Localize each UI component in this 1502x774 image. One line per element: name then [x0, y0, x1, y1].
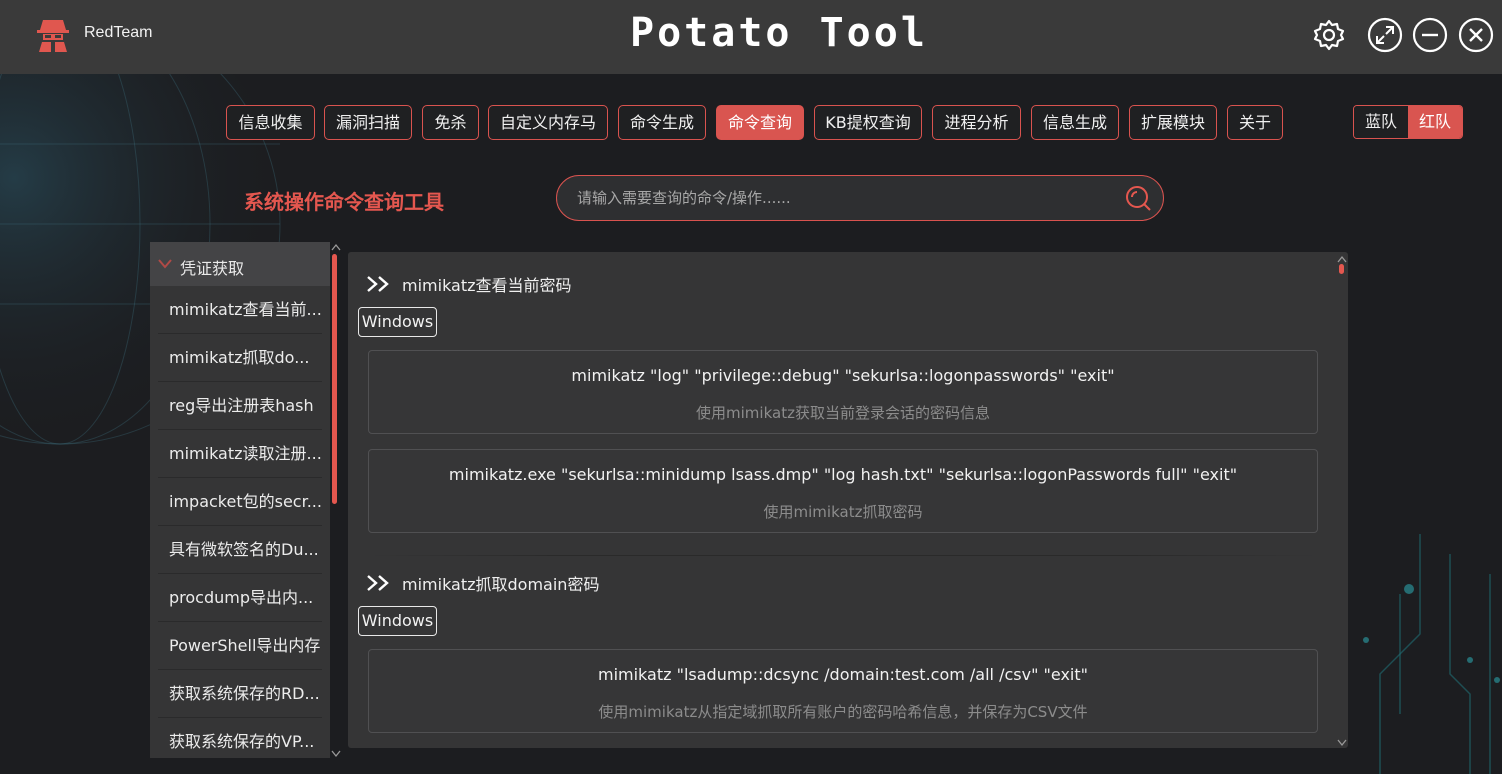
sidebar-item[interactable]: procdump导出内...: [158, 574, 322, 622]
sidebar-item[interactable]: mimikatz抓取do...: [158, 334, 322, 382]
sidebar-item[interactable]: mimikatz读取注册...: [158, 430, 322, 478]
tab-vuln-scan[interactable]: 漏洞扫描: [324, 105, 412, 140]
tool-title: 系统操作命令查询工具: [244, 190, 444, 214]
command-card[interactable]: mimikatz.exe "sekurlsa::minidump lsass.d…: [368, 449, 1318, 533]
tab-command-query[interactable]: 命令查询: [716, 105, 804, 140]
team-switch: 蓝队 红队: [1353, 105, 1463, 139]
sidebar-item[interactable]: PowerShell导出内存: [158, 622, 322, 670]
command-description: 使用mimikatz抓取密码: [763, 503, 923, 521]
tab-command-generate[interactable]: 命令生成: [618, 105, 706, 140]
command-text: mimikatz.exe "sekurlsa::minidump lsass.d…: [448, 465, 1238, 484]
scroll-up-icon[interactable]: [331, 243, 341, 251]
section-title-text: mimikatz查看当前密码: [402, 276, 572, 295]
search-box: [556, 175, 1164, 221]
section-title: mimikatz抓取domain密码: [366, 571, 599, 595]
command-text: mimikatz "lsadump::dcsync /domain:test.c…: [597, 665, 1088, 684]
sidebar-item[interactable]: impacket包的secr...: [158, 478, 322, 526]
command-results-panel: mimikatz查看当前密码 Windows mimikatz "log" "p…: [348, 252, 1348, 748]
command-description: 使用mimikatz从指定域抓取所有账户的密码哈希信息，并保存为CSV文件: [598, 703, 1088, 721]
minimize-icon[interactable]: [1411, 16, 1449, 54]
os-tag: Windows: [358, 606, 437, 636]
tab-av-evasion[interactable]: 免杀: [422, 105, 479, 140]
section-title: mimikatz查看当前密码: [366, 272, 572, 296]
tab-about[interactable]: 关于: [1227, 105, 1283, 140]
search-icon[interactable]: [1124, 184, 1152, 212]
tab-memory-shell[interactable]: 自定义内存马: [488, 105, 608, 140]
red-team-option[interactable]: 红队: [1408, 106, 1462, 138]
tab-process-analysis[interactable]: 进程分析: [932, 105, 1021, 140]
sidebar-item[interactable]: 获取系统保存的VP...: [158, 718, 322, 758]
sidebar-item[interactable]: 具有微软签名的Du...: [158, 526, 322, 574]
brand-name: RedTeam: [84, 24, 153, 41]
tab-info-generate[interactable]: 信息生成: [1031, 105, 1119, 140]
search-input[interactable]: [577, 186, 1117, 210]
sidebar-scrollbar[interactable]: [332, 254, 337, 504]
scroll-down-icon[interactable]: [1337, 739, 1347, 747]
os-tag: Windows: [358, 307, 437, 337]
app-title: Potato Tool: [630, 10, 928, 56]
chevron-down-icon: [158, 259, 172, 269]
sidebar-item[interactable]: reg导出注册表hash: [158, 382, 322, 430]
sidebar-item[interactable]: 获取系统保存的RD...: [158, 670, 322, 718]
content-scrollbar[interactable]: [1339, 264, 1344, 274]
double-chevron-right-icon: [367, 276, 389, 292]
close-icon[interactable]: [1457, 16, 1495, 54]
command-description: 使用mimikatz获取当前登录会话的密码信息: [696, 404, 990, 422]
blue-team-option[interactable]: 蓝队: [1354, 106, 1408, 138]
tab-info-collect[interactable]: 信息收集: [226, 105, 315, 140]
maximize-icon[interactable]: [1366, 16, 1404, 54]
sidebar-group-label: 凭证获取: [180, 259, 245, 278]
sidebar-item[interactable]: mimikatz查看当前...: [158, 286, 322, 334]
hacker-logo-icon: [37, 20, 69, 52]
command-card[interactable]: mimikatz "lsadump::dcsync /domain:test.c…: [368, 649, 1318, 733]
double-chevron-right-icon: [367, 575, 389, 591]
category-sidebar: 凭证获取 mimikatz查看当前... mimikatz抓取do... reg…: [150, 242, 330, 758]
tab-kb-privesc[interactable]: KB提权查询: [814, 105, 922, 140]
scroll-up-icon[interactable]: [1337, 255, 1347, 263]
command-text: mimikatz "log" "privilege::debug" "sekur…: [571, 366, 1115, 385]
command-card[interactable]: mimikatz "log" "privilege::debug" "sekur…: [368, 350, 1318, 434]
settings-icon[interactable]: [1310, 16, 1348, 54]
tab-extensions[interactable]: 扩展模块: [1129, 105, 1217, 140]
scroll-down-icon[interactable]: [331, 750, 341, 758]
sidebar-group-credentials[interactable]: 凭证获取: [150, 242, 330, 286]
section-divider: [368, 555, 1318, 556]
section-title-text: mimikatz抓取domain密码: [402, 575, 600, 594]
